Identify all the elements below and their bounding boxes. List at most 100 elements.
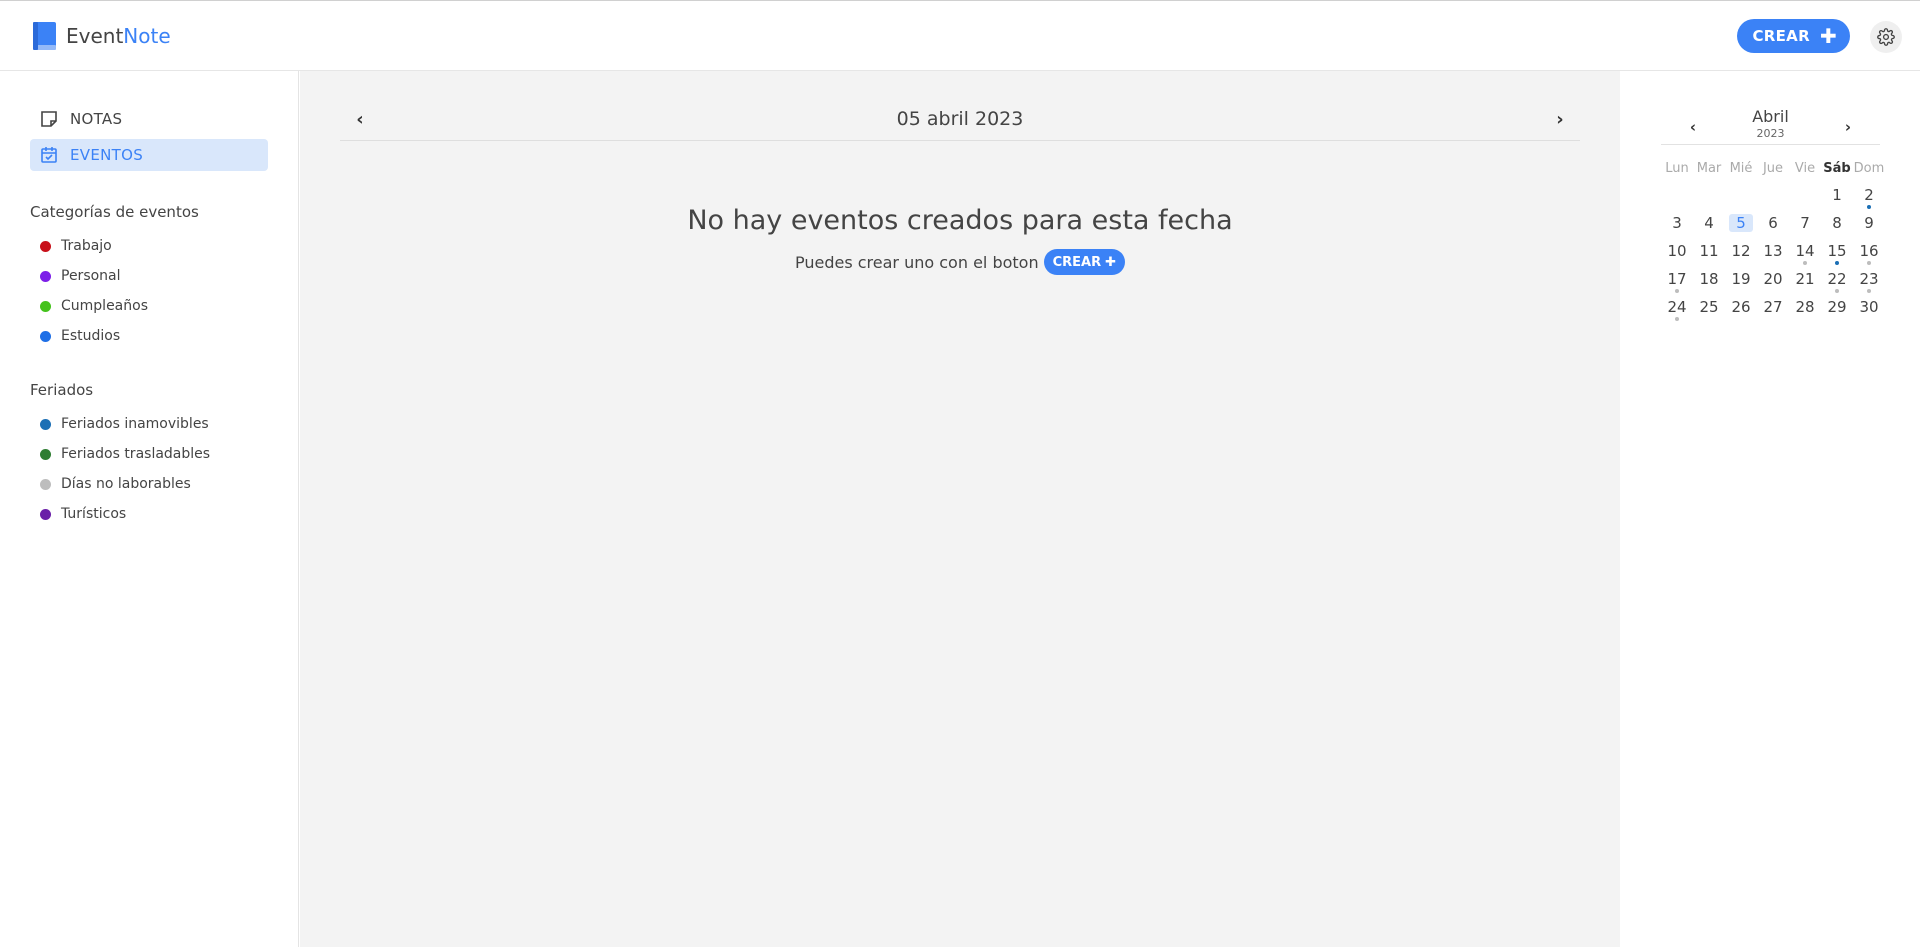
calendar-day[interactable]: 19 <box>1725 267 1757 295</box>
calendar-day[interactable]: 1 <box>1821 183 1853 211</box>
event-marker-dot <box>1835 289 1839 293</box>
calendar-day[interactable]: 7 <box>1789 211 1821 239</box>
calendar-day[interactable]: 3 <box>1661 211 1693 239</box>
note-icon <box>41 111 57 127</box>
nav-eventos[interactable]: EVENTOS <box>30 139 268 171</box>
holidays-title: Feriados <box>30 381 94 399</box>
plus-icon: ✚ <box>1819 24 1837 48</box>
holiday-color-dot <box>40 508 51 520</box>
mini-calendar-panel: ‹ Abril 2023 › Lun Mar Mié Jue Vie Sáb Dom 1 2 3 4… <box>1621 71 1920 947</box>
calendar-day-number: 19 <box>1731 270 1751 288</box>
calendar-day-number: 25 <box>1699 298 1719 316</box>
nav-notas[interactable]: NOTAS <box>30 103 268 135</box>
calendar-day[interactable]: 29 <box>1821 295 1853 323</box>
calendar-check-icon <box>41 147 57 163</box>
calendar-empty-cell <box>1757 183 1789 211</box>
categories-title: Categorías de eventos <box>30 203 199 221</box>
weekday-header: Dom <box>1853 161 1885 176</box>
create-label: CREAR <box>1752 27 1810 45</box>
mini-calendar-header: ‹ Abril 2023 › <box>1661 107 1880 145</box>
calendar-day[interactable]: 9 <box>1853 211 1885 239</box>
event-marker-dot <box>1867 261 1871 265</box>
calendar-day[interactable]: 27 <box>1757 295 1789 323</box>
calendar-day[interactable]: 22 <box>1821 267 1853 295</box>
holiday-label: Turísticos <box>61 506 127 522</box>
weekday-header: Sáb <box>1823 161 1851 176</box>
calendar-day-number: 29 <box>1827 298 1847 316</box>
empty-state-title: No hay eventos creados para esta fecha <box>687 205 1233 236</box>
weekday-header: Lun <box>1665 161 1689 176</box>
calendar-day[interactable]: 10 <box>1661 239 1693 267</box>
calendar-day[interactable]: 2 <box>1853 183 1885 211</box>
calendar-day[interactable]: 6 <box>1757 211 1789 239</box>
calendar-day-number: 21 <box>1795 270 1815 288</box>
calendar-day[interactable]: 13 <box>1757 239 1789 267</box>
calendar-day-number: 8 <box>1832 214 1842 232</box>
calendar-day-number: 27 <box>1763 298 1783 316</box>
calendar-day[interactable]: 28 <box>1789 295 1821 323</box>
calendar-day[interactable]: 23 <box>1853 267 1885 295</box>
calendar-day-number: 26 <box>1731 298 1751 316</box>
calendar-day-number: 12 <box>1731 242 1751 260</box>
chevron-right-icon: › <box>1844 118 1852 136</box>
calendar-day[interactable]: 14 <box>1789 239 1821 267</box>
calendar-day-number: 22 <box>1827 270 1847 288</box>
calendar-day[interactable]: 21 <box>1789 267 1821 295</box>
calendar-day-number: 17 <box>1667 270 1687 288</box>
holiday-no-laborables[interactable]: Días no laborables <box>30 469 268 499</box>
holiday-turisticos[interactable]: Turísticos <box>30 499 268 529</box>
calendar-day-number: 3 <box>1672 214 1682 232</box>
calendar-empty-cell <box>1789 183 1821 211</box>
calendar-day[interactable]: 16 <box>1853 239 1885 267</box>
holiday-label: Feriados inamovibles <box>61 416 209 432</box>
category-trabajo[interactable]: Trabajo <box>30 231 268 261</box>
calendar-day-number: 2 <box>1864 186 1874 204</box>
calendar-day[interactable]: 12 <box>1725 239 1757 267</box>
calendar-day-number: 1 <box>1832 186 1842 204</box>
calendar-day[interactable]: 30 <box>1853 295 1885 323</box>
brand-logo[interactable]: EventNote <box>32 21 171 51</box>
calendar-day[interactable]: 11 <box>1693 239 1725 267</box>
calendar-day[interactable]: 26 <box>1725 295 1757 323</box>
plus-icon: ✚ <box>1105 254 1117 270</box>
calendar-day[interactable]: 24 <box>1661 295 1693 323</box>
calendar-day[interactable]: 15 <box>1821 239 1853 267</box>
settings-button[interactable] <box>1870 21 1902 53</box>
calendar-day-number: 14 <box>1795 242 1815 260</box>
empty-state-subtitle: Puedes crear uno con el boton CREAR ✚ <box>300 249 1620 275</box>
calendar-day[interactable]: 17 <box>1661 267 1693 295</box>
calendar-day-number: 18 <box>1699 270 1719 288</box>
holiday-color-dot <box>40 418 51 430</box>
category-personal[interactable]: Personal <box>30 261 268 291</box>
date-navigator: ‹ 05 abril 2023 › <box>340 101 1580 141</box>
calendar-day[interactable]: 4 <box>1693 211 1725 239</box>
calendar-day[interactable]: 25 <box>1693 295 1725 323</box>
create-button[interactable]: CREAR ✚ <box>1737 19 1850 53</box>
inline-create-button[interactable]: CREAR ✚ <box>1043 249 1126 275</box>
calendar-day-selected[interactable]: 5 <box>1725 211 1757 239</box>
empty-state-text: Puedes crear uno con el boton <box>794 252 1039 272</box>
calendar-day-number: 9 <box>1864 214 1874 232</box>
calendar-day-number: 15 <box>1827 242 1847 260</box>
calendar-day-number: 24 <box>1667 298 1687 316</box>
event-marker-dot <box>1675 317 1679 321</box>
calendar-day[interactable]: 8 <box>1821 211 1853 239</box>
event-marker-dot <box>1835 261 1839 265</box>
calendar-day-number: 7 <box>1800 214 1810 232</box>
calendar-empty-cell <box>1725 183 1757 211</box>
calendar-day[interactable]: 20 <box>1757 267 1789 295</box>
holiday-label: Días no laborables <box>61 476 191 492</box>
next-day-button[interactable]: › <box>1548 107 1572 131</box>
holiday-color-dot <box>40 478 51 490</box>
calendar-day-number: 13 <box>1763 242 1783 260</box>
holiday-inamovibles[interactable]: Feriados inamovibles <box>30 409 268 439</box>
next-month-button[interactable]: › <box>1836 115 1860 139</box>
category-estudios[interactable]: Estudios <box>30 321 268 351</box>
category-label: Trabajo <box>61 238 112 254</box>
calendar-day-number: 11 <box>1699 242 1719 260</box>
holiday-trasladables[interactable]: Feriados trasladables <box>30 439 268 469</box>
category-cumpleanos[interactable]: Cumpleaños <box>30 291 268 321</box>
category-color-dot <box>40 240 51 252</box>
calendar-day[interactable]: 18 <box>1693 267 1725 295</box>
gear-icon <box>1877 28 1895 46</box>
